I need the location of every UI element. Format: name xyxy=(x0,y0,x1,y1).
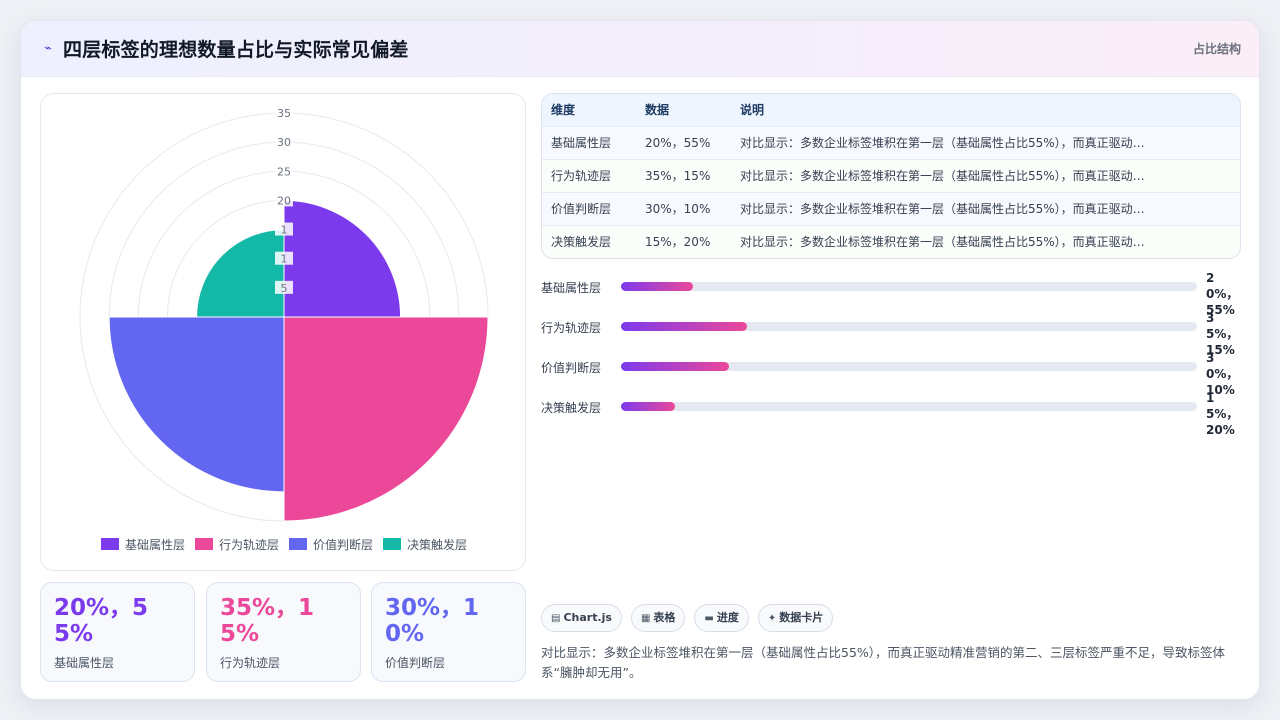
table-cell: 30%，10% xyxy=(645,202,711,216)
r-tick-label: 1 xyxy=(275,222,293,237)
r-tick-label: 5 xyxy=(275,280,293,295)
chip-label: Chart.js xyxy=(563,611,612,624)
progress-label: 决策触发层 xyxy=(541,401,602,415)
r-tick-label: 20 xyxy=(275,193,293,207)
main-card: ⌁ 四层标签的理想数量占比与实际常见偏差 占比结构 5 1 1 20 25 30 35 基础… xyxy=(20,20,1260,700)
progress-fill xyxy=(621,362,730,371)
chip-progress[interactable]: ▬ 进度 xyxy=(694,604,749,632)
legend-item[interactable]: 决策触发层 xyxy=(383,536,467,553)
table-cell: 对比显示：多数企业标签堆积在第一层（基础属性占比55%），而真正驱动… xyxy=(740,136,1145,150)
legend-swatch xyxy=(289,538,307,550)
table-cell: 价值判断层 xyxy=(551,202,612,216)
chip-table[interactable]: ▦ 表格 xyxy=(630,604,686,632)
polar-chart-panel: 5 1 1 20 25 30 35 基础属性层 行为轨迹层 价值判断层 决策触发层 xyxy=(40,93,526,571)
tick-text: 25 xyxy=(277,165,291,178)
r-tick-label: 1 xyxy=(275,251,293,266)
header: ⌁ 四层标签的理想数量占比与实际常见偏差 占比结构 xyxy=(21,21,1259,77)
progress-track xyxy=(621,362,1197,371)
column-header: 数据 xyxy=(645,103,670,117)
table-cell: 基础属性层 xyxy=(551,136,612,150)
progress-track xyxy=(621,402,1197,411)
table-icon: ▦ xyxy=(640,613,651,624)
polar-slice-3[interactable] xyxy=(108,316,285,493)
progress-value: 15%，20% xyxy=(1206,391,1239,437)
progress-row: 基础属性层 20%，55% xyxy=(541,271,1259,317)
progress-row: 决策触发层 15%，20% xyxy=(541,391,1259,437)
column-header: 维度 xyxy=(551,103,576,117)
progress-track xyxy=(621,322,1197,331)
tick-text: 20 xyxy=(277,194,291,207)
table-cell: 20%，55% xyxy=(645,136,711,150)
table-row: 价值判断层 30%，10% 对比显示：多数企业标签堆积在第一层（基础属性占比55… xyxy=(542,193,1240,226)
chip-label: 进度 xyxy=(716,611,739,624)
table-cell: 对比显示：多数企业标签堆积在第一层（基础属性占比55%），而真正驱动… xyxy=(740,235,1145,249)
legend-label: 决策触发层 xyxy=(407,537,468,552)
table-cell: 决策触发层 xyxy=(551,235,612,249)
r-tick-label: 35 xyxy=(275,106,293,120)
legend-label: 价值判断层 xyxy=(313,537,374,552)
progress-label: 行为轨迹层 xyxy=(541,321,602,335)
table-header-row: 维度 数据 说明 xyxy=(542,94,1240,127)
polar-slice-2[interactable] xyxy=(283,316,489,522)
chart-icon: ▤ xyxy=(551,613,561,624)
table-cell: 35%，15% xyxy=(645,169,711,183)
progress-fill xyxy=(621,322,748,331)
polar-area-chart: 5 1 1 20 25 30 35 xyxy=(79,106,489,522)
section-tag: 占比结构 xyxy=(1192,42,1241,56)
progress-fill xyxy=(621,282,693,291)
table-row: 决策触发层 15%，20% 对比显示：多数企业标签堆积在第一层（基础属性占比55… xyxy=(542,226,1240,258)
polar-slice-1[interactable] xyxy=(283,199,402,318)
legend-swatch xyxy=(194,538,213,550)
chip-label: 数据卡片 xyxy=(779,611,824,624)
progress-label: 价值判断层 xyxy=(541,361,602,375)
tag-chips: ▤ Chart.js ▦ 表格 ▬ 进度 ✦ 数据卡片 xyxy=(541,604,834,632)
progress-label: 基础属性层 xyxy=(541,281,602,295)
stat-label: 基础属性层 xyxy=(54,656,115,670)
legend-item[interactable]: 价值判断层 xyxy=(289,536,373,553)
stat-card: 35%，15% 行为轨迹层 xyxy=(206,582,361,682)
stat-value: 30%，10% xyxy=(385,595,480,647)
stat-value: 20%，55% xyxy=(54,595,149,647)
stat-card: 20%，55% 基础属性层 xyxy=(40,582,195,682)
table-row: 基础属性层 20%，55% 对比显示：多数企业标签堆积在第一层（基础属性占比55… xyxy=(542,127,1240,160)
summary-note: 对比显示：多数企业标签堆积在第一层（基础属性占比55%），而真正驱动精准营销的第… xyxy=(541,645,1226,680)
stat-value: 35%，15% xyxy=(220,595,315,647)
table-cell: 15%，20% xyxy=(645,235,711,249)
stat-label: 行为轨迹层 xyxy=(220,656,281,670)
stat-card: 30%，10% 价值判断层 xyxy=(371,582,526,682)
tick-text: 1 xyxy=(281,253,288,266)
tick-text: 5 xyxy=(281,282,288,295)
table-cell: 行为轨迹层 xyxy=(551,169,612,183)
legend-swatch xyxy=(383,538,402,550)
legend-label: 行为轨迹层 xyxy=(218,537,279,552)
progress-icon: ▬ xyxy=(704,613,714,624)
chip-label: 表格 xyxy=(653,611,676,624)
chip-chartjs[interactable]: ▤ Chart.js xyxy=(541,604,622,632)
progress-row: 行为轨迹层 35%，15% xyxy=(541,311,1259,357)
legend-item[interactable]: 基础属性层 xyxy=(100,536,185,553)
legend-label: 基础属性层 xyxy=(124,537,185,552)
tick-text: 1 xyxy=(281,224,288,237)
page-title: 四层标签的理想数量占比与实际常见偏差 xyxy=(63,39,409,61)
progress-track xyxy=(621,282,1197,291)
table-cell: 对比显示：多数企业标签堆积在第一层（基础属性占比55%），而真正驱动… xyxy=(740,169,1145,183)
column-header: 说明 xyxy=(740,103,765,117)
chip-data-card[interactable]: ✦ 数据卡片 xyxy=(757,604,834,632)
table-cell: 对比显示：多数企业标签堆积在第一层（基础属性占比55%），而真正驱动… xyxy=(740,202,1145,216)
chart-legend: 基础属性层 行为轨迹层 价值判断层 决策触发层 xyxy=(41,534,527,554)
polar-slice-4[interactable] xyxy=(196,229,285,318)
tick-text: 35 xyxy=(277,107,291,120)
r-tick-label: 25 xyxy=(275,164,293,178)
table-row: 行为轨迹层 35%，15% 对比显示：多数企业标签堆积在第一层（基础属性占比55… xyxy=(542,160,1240,193)
r-tick-label: 30 xyxy=(275,135,293,149)
tick-text: 30 xyxy=(277,136,291,149)
legend-swatch xyxy=(100,538,119,550)
sparkle-icon: ✦ xyxy=(767,613,777,624)
pulse-icon: ⌁ xyxy=(44,41,52,56)
progress-row: 价值判断层 30%，10% xyxy=(541,351,1259,397)
stat-label: 价值判断层 xyxy=(385,656,446,670)
legend-item[interactable]: 行为轨迹层 xyxy=(194,536,279,553)
data-table: 维度 数据 说明 基础属性层 20%，55% 对比显示：多数企业标签堆积在第一层… xyxy=(541,93,1241,259)
progress-fill xyxy=(621,402,676,411)
